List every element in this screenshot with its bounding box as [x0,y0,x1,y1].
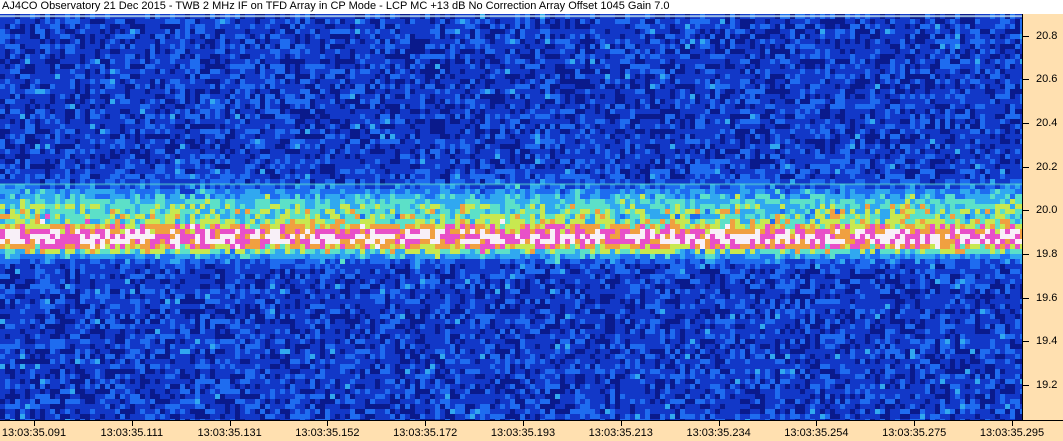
x-tick-mark [425,421,427,426]
y-tick-mark [1023,210,1029,212]
y-tick-label: 19.8 [1036,248,1058,261]
x-tick-label: 13:03:35.152 [295,427,360,439]
title-bar: AJ4CO Observatory 21 Dec 2015 - TWB 2 MH… [0,0,1063,14]
chart-title: AJ4CO Observatory 21 Dec 2015 - TWB 2 MH… [2,0,670,12]
y-axis: 20.8 20.6 20.4 20.2 20.0 19.8 19.6 19.4 19.2 [1022,14,1063,420]
y-tick-mark [1023,123,1029,125]
x-tick-mark [816,421,818,426]
y-tick-mark [1023,166,1029,168]
y-tick-label: 20.4 [1036,117,1058,130]
x-tick-label: 13:03:35.295 [979,427,1045,439]
x-tick-label: 13:03:35.254 [784,427,849,439]
x-tick-label: 13:03:35.172 [393,427,458,439]
y-tick-mark [1023,35,1029,37]
spectrogram-image [0,14,1022,420]
x-tick-mark [523,421,524,426]
x-axis: 13:03:35.091 13:03:35.111 13:03:35.131 13:0… [0,420,1063,441]
y-tick-mark [1023,297,1029,299]
x-tick-mark [34,421,35,426]
x-tick-mark [914,421,916,426]
x-tick-mark [229,421,231,426]
narrow-spectral-line [0,183,1022,186]
x-tick-label: 13:03:35.213 [588,427,653,439]
x-tick-mark [718,421,720,426]
x-tick-label: 13:03:35.131 [197,427,262,439]
x-tick-mark [131,421,133,426]
x-tick-mark [620,421,622,426]
y-tick-mark [1023,385,1029,387]
y-tick-mark [1023,79,1029,81]
x-tick-label: 13:03:35.091 [1,427,67,439]
narrow-spectral-line [0,15,1022,18]
x-tick-mark [1012,421,1013,426]
y-tick-label: 19.6 [1036,291,1058,304]
x-tick-label: 13:03:35.275 [882,427,947,439]
y-tick-label: 20.6 [1036,73,1058,86]
y-tick-label: 20.0 [1036,204,1058,217]
x-tick-mark [327,421,329,426]
x-tick-label: 13:03:35.111 [100,427,164,439]
y-tick-label: 20.2 [1036,160,1058,173]
y-tick-label: 19.4 [1036,335,1058,348]
x-tick-label: 13:03:35.193 [490,427,556,439]
y-tick-mark [1023,341,1029,343]
y-tick-label: 20.8 [1036,29,1058,42]
x-tick-label: 13:03:35.234 [686,427,751,439]
spectrogram-plot [0,14,1022,420]
y-tick-mark [1023,254,1029,256]
y-tick-label: 19.2 [1036,379,1058,392]
